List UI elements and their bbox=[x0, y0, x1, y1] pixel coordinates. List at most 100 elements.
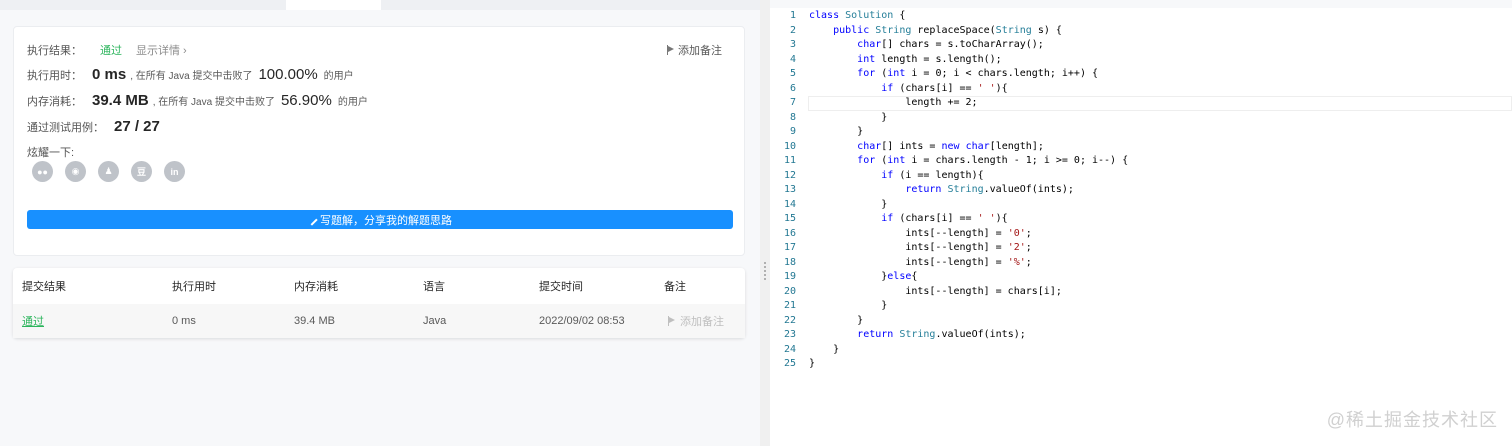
runtime-row: 执行用时： 0 ms , 在所有 Java 提交中击败了 100.00% 的用户 bbox=[27, 66, 354, 83]
line-number: 20 bbox=[783, 285, 796, 297]
line-number: 16 bbox=[783, 227, 796, 239]
runtime-beat-text: , 在所有 Java 提交中击败了 bbox=[130, 71, 253, 82]
share-label: 炫耀一下: bbox=[27, 147, 75, 159]
line-number: 7 bbox=[789, 97, 796, 108]
code-line: 16 ints[--length] = '0'; bbox=[770, 227, 1512, 242]
line-number: 2 bbox=[789, 24, 796, 36]
status-label: 执行结果： bbox=[27, 45, 82, 57]
result-card: 执行结果： 通过 显示详情 › 添加备注 执行用时： 0 ms , 在所有 Ja… bbox=[13, 26, 745, 256]
table-header: 提交结果 执行用时 内存消耗 语言 提交时间 备注 bbox=[13, 268, 745, 304]
memory-row: 内存消耗： 39.4 MB , 在所有 Java 提交中击败了 56.90% 的… bbox=[27, 92, 368, 109]
status-badge: 通过 bbox=[100, 45, 122, 57]
tests-label: 通过测试用例： bbox=[27, 122, 104, 134]
watermark: @稀土掘金技术社区 bbox=[1326, 410, 1498, 430]
submission-panel: 执行结果： 通过 显示详情 › 添加备注 执行用时： 0 ms , 在所有 Ja… bbox=[0, 0, 760, 446]
runtime-label: 执行用时： bbox=[27, 70, 82, 82]
line-number: 8 bbox=[789, 111, 796, 123]
code-line: 1 class Solution { bbox=[770, 9, 1512, 24]
row-runtime: 0 ms bbox=[172, 315, 196, 327]
code-line: 11 for (int i = chars.length - 1; i >= 0… bbox=[770, 154, 1512, 169]
code-line: 21 } bbox=[770, 299, 1512, 314]
runtime-percentile: 100.00% bbox=[258, 66, 318, 83]
line-number: 1 bbox=[789, 10, 796, 21]
header-runtime: 执行用时 bbox=[172, 281, 216, 293]
code-lines[interactable]: 1 class Solution { 2 public String replac… bbox=[770, 9, 1512, 372]
line-number: 23 bbox=[783, 329, 796, 340]
code-line: 2 public String replaceSpace(String s) { bbox=[770, 24, 1512, 39]
header-result: 提交结果 bbox=[22, 281, 66, 293]
runtime-users-suffix: 的用户 bbox=[323, 71, 354, 82]
line-number: 11 bbox=[783, 155, 796, 166]
line-number: 19 bbox=[783, 271, 796, 282]
row-note-label: 添加备注 bbox=[680, 316, 724, 328]
write-solution-label: 写题解，分享我的解题思路 bbox=[320, 214, 452, 227]
pencil-icon bbox=[306, 213, 318, 226]
row-language: Java bbox=[423, 315, 447, 327]
submissions-table: 提交结果 执行用时 内存消耗 语言 提交时间 备注 通过 0 ms 39.4 M… bbox=[13, 268, 745, 338]
show-detail-link[interactable]: 显示详情 › bbox=[136, 42, 187, 58]
line-number: 5 bbox=[789, 68, 796, 79]
code-line: 10 char[] ints = new char[length]; bbox=[770, 140, 1512, 155]
linkedin-icon[interactable]: in bbox=[164, 161, 185, 182]
row-time: 2022/09/02 08:53 bbox=[539, 315, 625, 327]
runtime-value: 0 ms bbox=[92, 66, 127, 83]
memory-percentile: 56.90% bbox=[280, 92, 332, 109]
line-number: 4 bbox=[789, 53, 796, 65]
code-line: 6 if (chars[i] == ' '){ bbox=[770, 82, 1512, 97]
qq-icon[interactable]: ♟ bbox=[98, 161, 119, 182]
write-solution-button[interactable]: 写题解，分享我的解题思路 bbox=[27, 210, 733, 229]
line-number: 15 bbox=[783, 213, 796, 224]
share-icons: ●● ◉ ♟ 豆 in bbox=[32, 161, 185, 182]
line-number: 3 bbox=[789, 39, 796, 50]
code-line: 20 ints[--length] = chars[i]; bbox=[770, 285, 1512, 300]
code-line-current: 7 length += 2; bbox=[770, 96, 1512, 111]
tests-row: 通过测试用例： 27 / 27 bbox=[27, 118, 160, 135]
add-note-button[interactable]: 添加备注 bbox=[667, 42, 722, 58]
row-result-link[interactable]: 通过 bbox=[22, 313, 44, 329]
douban-icon[interactable]: 豆 bbox=[131, 161, 152, 182]
code-line: 12 if (i == length){ bbox=[770, 169, 1512, 184]
header-language: 语言 bbox=[423, 281, 445, 293]
code-line: 25} bbox=[770, 357, 1512, 372]
line-number: 18 bbox=[783, 256, 796, 268]
code-line: 22 } bbox=[770, 314, 1512, 329]
code-line: 5 for (int i = 0; i < chars.length; i++)… bbox=[770, 67, 1512, 82]
code-line: 19 }else{ bbox=[770, 270, 1512, 285]
row-memory: 39.4 MB bbox=[294, 315, 335, 327]
line-number: 6 bbox=[789, 82, 796, 94]
code-line: 13 return String.valueOf(ints); bbox=[770, 183, 1512, 198]
header-note: 备注 bbox=[664, 281, 686, 293]
code-line: 4 int length = s.length(); bbox=[770, 53, 1512, 68]
line-number: 14 bbox=[783, 198, 796, 210]
status-row: 执行结果： 通过 显示详情 › bbox=[27, 42, 187, 58]
table-row[interactable]: 通过 0 ms 39.4 MB Java 2022/09/02 08:53 添加… bbox=[13, 304, 745, 338]
line-number: 25 bbox=[783, 358, 796, 369]
code-line: 23 return String.valueOf(ints); bbox=[770, 328, 1512, 343]
drag-handle-icon[interactable] bbox=[764, 262, 766, 280]
memory-users-suffix: 的用户 bbox=[337, 97, 368, 108]
line-number: 24 bbox=[783, 343, 796, 355]
weibo-icon[interactable]: ◉ bbox=[65, 161, 86, 182]
wechat-icon[interactable]: ●● bbox=[32, 161, 53, 182]
code-line: 9 } bbox=[770, 125, 1512, 140]
add-note-label: 添加备注 bbox=[678, 45, 722, 57]
panel-splitter[interactable] bbox=[760, 0, 770, 446]
code-editor[interactable]: 1 class Solution { 2 public String replac… bbox=[770, 0, 1512, 446]
row-add-note-button[interactable]: 添加备注 bbox=[668, 304, 724, 338]
code-line: 3 char[] chars = s.toCharArray(); bbox=[770, 38, 1512, 53]
line-number: 13 bbox=[783, 184, 796, 195]
line-number: 22 bbox=[783, 314, 796, 326]
share-row: 炫耀一下: bbox=[27, 144, 74, 160]
line-number: 10 bbox=[783, 140, 796, 152]
memory-beat-text: , 在所有 Java 提交中击败了 bbox=[152, 97, 275, 108]
line-number: 17 bbox=[783, 242, 796, 253]
header-time: 提交时间 bbox=[539, 281, 583, 293]
code-line: 24 } bbox=[770, 343, 1512, 358]
code-line: 15 if (chars[i] == ' '){ bbox=[770, 212, 1512, 227]
tab-submission-result[interactable] bbox=[286, 0, 381, 10]
flag-icon bbox=[667, 45, 675, 55]
line-number: 12 bbox=[783, 169, 796, 181]
code-line: 18 ints[--length] = '%'; bbox=[770, 256, 1512, 271]
code-line: 17 ints[--length] = '2'; bbox=[770, 241, 1512, 256]
line-number: 9 bbox=[789, 126, 796, 137]
